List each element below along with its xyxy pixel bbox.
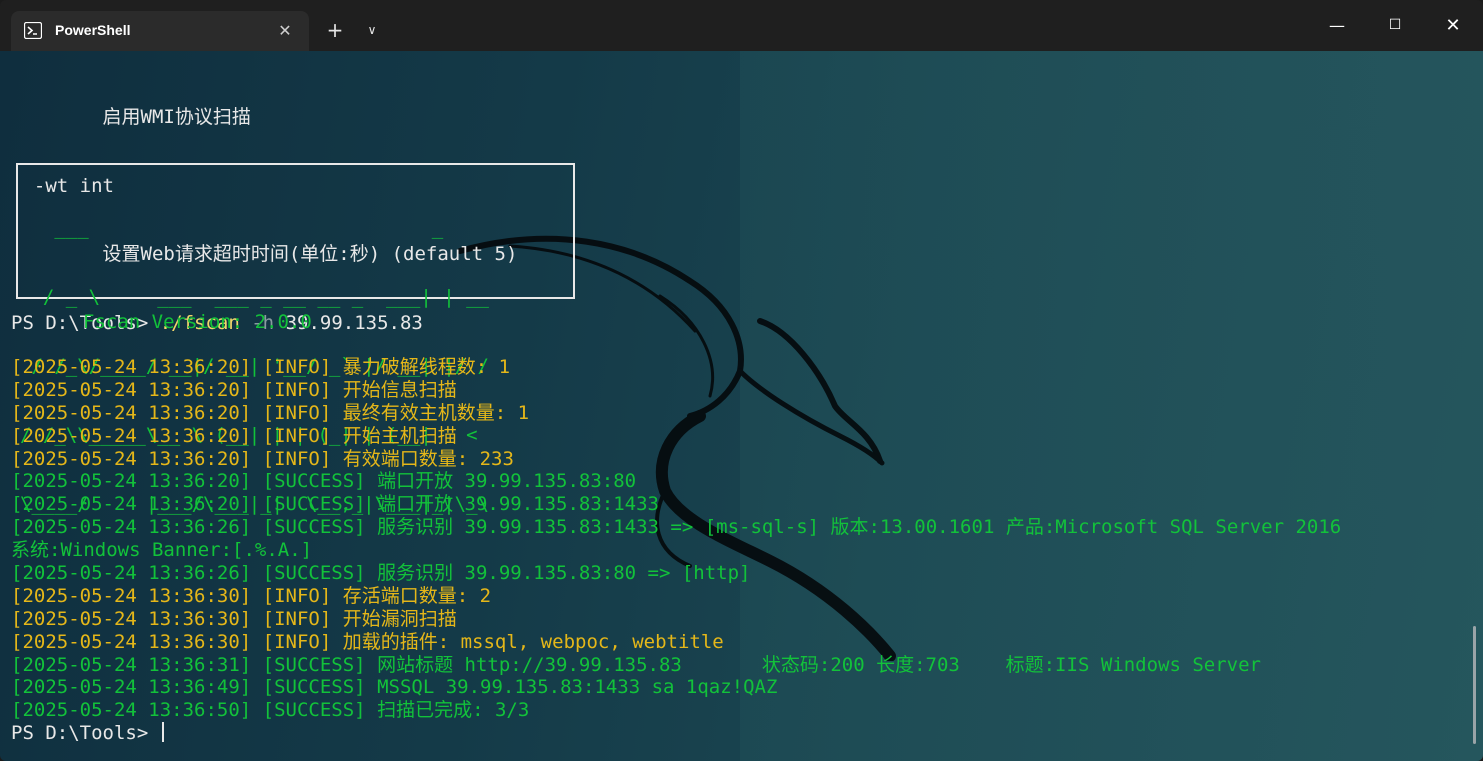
log-timestamp: [2025-05-24 13:36:50] — [11, 699, 252, 722]
log-timestamp: [2025-05-24 13:36:26] — [11, 516, 252, 539]
log-level: [SUCCESS] — [251, 562, 378, 585]
log-line: 系统:Windows Banner:[.%.A.] — [11, 539, 1341, 562]
log-message: 端口开放 39.99.135.83:80 — [377, 470, 637, 493]
log-timestamp: [2025-05-24 13:36:30] — [11, 607, 252, 630]
new-tab-button[interactable]: + — [321, 16, 349, 44]
log-line: [2025-05-24 13:36:26] [SUCCESS] 服务识别 39.… — [11, 516, 1341, 539]
final-prompt[interactable]: PS D:\Tools> — [11, 722, 1341, 745]
tab-dropdown-chevron-icon[interactable]: ∨ — [358, 16, 386, 44]
log-message: 扫描已完成: 3/3 — [377, 699, 530, 722]
log-line: [2025-05-24 13:36:20] [INFO] 开始信息扫描 — [11, 379, 1341, 402]
text-cursor — [161, 722, 164, 743]
log-message: 开始主机扫描 — [342, 424, 457, 447]
log-level: [SUCCESS] — [251, 493, 378, 516]
log-timestamp: [2025-05-24 13:36:20] — [11, 378, 252, 401]
log-line: [2025-05-24 13:36:31] [SUCCESS] 网站标题 htt… — [11, 654, 1341, 677]
log-message: 系统:Windows Banner:[.%.A.] — [11, 539, 313, 562]
log-timestamp: [2025-05-24 13:36:26] — [11, 562, 252, 585]
log-message: 最终有效主机数量: 1 — [342, 401, 530, 424]
log-timestamp: [2025-05-24 13:36:20] — [11, 470, 252, 493]
log-message: 存活端口数量: 2 — [342, 584, 492, 607]
log-line: [2025-05-24 13:36:30] [INFO] 加载的插件: mssq… — [11, 631, 1341, 654]
minimize-button[interactable]: — — [1308, 0, 1366, 51]
log-level: [INFO] — [251, 584, 343, 607]
log-line: [2025-05-24 13:36:49] [SUCCESS] MSSQL 39… — [11, 676, 1341, 699]
log-message: 服务识别 39.99.135.83:80 => [http] — [377, 562, 751, 585]
log-level: [INFO] — [251, 447, 343, 470]
help-line: 启用WMI协议扫描 — [11, 105, 251, 128]
log-message: 加载的插件: mssql, webpoc, webtitle — [342, 630, 724, 653]
log-line: [2025-05-24 13:36:20] [SUCCESS] 端口开放 39.… — [11, 470, 1341, 493]
log-message: 网站标题 http://39.99.135.83 状态码:200 长度:703 … — [377, 653, 1261, 676]
log-line: [2025-05-24 13:36:50] [SUCCESS] 扫描已完成: 3… — [11, 699, 1341, 722]
log-message: 服务识别 39.99.135.83:1433 => [ms-sql-s] 版本:… — [377, 516, 1342, 539]
log-level: [INFO] — [251, 607, 343, 630]
log-timestamp: [2025-05-24 13:36:31] — [11, 653, 252, 676]
log-timestamp: [2025-05-24 13:36:30] — [11, 630, 252, 653]
log-line: [2025-05-24 13:36:26] [SUCCESS] 服务识别 39.… — [11, 562, 1341, 585]
log-output: [2025-05-24 13:36:20] [INFO] 暴力破解线程数: 1[… — [11, 356, 1341, 745]
log-timestamp: [2025-05-24 13:36:20] — [11, 424, 252, 447]
log-level: [INFO] — [251, 630, 343, 653]
banner-line: ___ _ — [20, 217, 489, 239]
log-level: [INFO] — [251, 356, 343, 378]
log-level: [SUCCESS] — [251, 516, 378, 539]
log-message: MSSQL 39.99.135.83:1433 sa 1qaz!QAZ — [377, 676, 778, 699]
tab-powershell[interactable]: PowerShell ✕ — [11, 11, 309, 51]
tab-title: PowerShell — [55, 22, 131, 38]
log-message: 暴力破解线程数: 1 — [342, 356, 511, 378]
log-level: [INFO] — [251, 401, 343, 424]
log-timestamp: [2025-05-24 13:36:20] — [11, 447, 252, 470]
powershell-icon — [24, 22, 42, 39]
log-level: [INFO] — [251, 424, 343, 447]
log-timestamp: [2025-05-24 13:36:20] — [11, 356, 252, 378]
log-line: [2025-05-24 13:36:20] [SUCCESS] 端口开放 39.… — [11, 493, 1341, 516]
log-level: [INFO] — [251, 378, 343, 401]
log-line: [2025-05-24 13:36:20] [INFO] 最终有效主机数量: 1 — [11, 402, 1341, 425]
log-timestamp: [2025-05-24 13:36:20] — [11, 401, 252, 424]
log-message: 有效端口数量: 233 — [342, 447, 514, 470]
log-timestamp: [2025-05-24 13:36:49] — [11, 676, 252, 699]
scrollbar[interactable] — [1473, 626, 1476, 744]
title-bar: PowerShell ✕ + ∨ — ☐ ✕ — [0, 0, 1483, 51]
terminal-window: PowerShell ✕ + ∨ — ☐ ✕ 启用WMI协议扫描 -wt int… — [0, 0, 1483, 761]
log-line: [2025-05-24 13:36:20] [INFO] 开始主机扫描 — [11, 425, 1341, 448]
log-level: [SUCCESS] — [251, 653, 378, 676]
log-message: 开始信息扫描 — [342, 378, 457, 401]
log-line: [2025-05-24 13:36:30] [INFO] 开始漏洞扫描 — [11, 608, 1341, 631]
prompt-text: PS D:\Tools> — [11, 722, 160, 745]
log-line: [2025-05-24 13:36:20] [INFO] 有效端口数量: 233 — [11, 448, 1341, 471]
log-level: [SUCCESS] — [251, 470, 378, 493]
version-text: Fscan Version: 2.0.0 — [83, 311, 312, 333]
log-line: [2025-05-24 13:36:30] [INFO] 存活端口数量: 2 — [11, 585, 1341, 608]
terminal-pane[interactable]: 启用WMI协议扫描 -wt int 设置Web请求超时时间(单位:秒) (def… — [0, 51, 1483, 761]
log-level: [SUCCESS] — [251, 699, 378, 722]
log-message: 开始漏洞扫描 — [342, 607, 457, 630]
log-level: [SUCCESS] — [251, 676, 378, 699]
tab-close-icon[interactable]: ✕ — [273, 19, 297, 43]
log-timestamp: [2025-05-24 13:36:30] — [11, 584, 252, 607]
close-window-button[interactable]: ✕ — [1424, 0, 1482, 51]
log-line: [2025-05-24 13:36:20] [INFO] 暴力破解线程数: 1 — [11, 356, 1341, 379]
maximize-button[interactable]: ☐ — [1366, 0, 1424, 51]
banner-line: / _ \ ___ ___ _ __ __ _ ___| | __ — [20, 286, 501, 308]
log-timestamp: [2025-05-24 13:36:20] — [11, 493, 252, 516]
log-message: 端口开放 39.99.135.83:1433 — [377, 493, 659, 516]
